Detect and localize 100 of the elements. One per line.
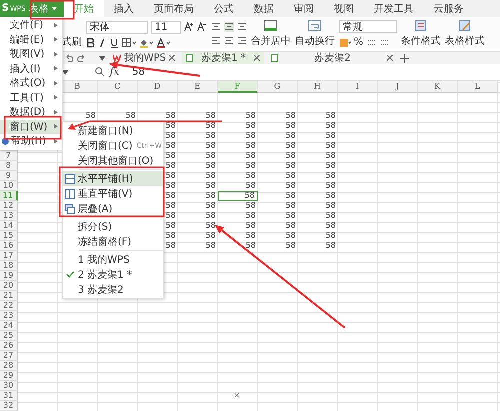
- menu-tab[interactable]: 开始: [64, 0, 104, 17]
- menu-item[interactable]: 新建窗口(N): [63, 123, 163, 138]
- row-header[interactable]: 25: [0, 331, 18, 341]
- format-painter-label[interactable]: 式刷: [62, 35, 82, 49]
- table-cell[interactable]: 58: [218, 201, 258, 211]
- table-cell[interactable]: 58: [258, 231, 298, 241]
- column-header[interactable]: G: [258, 81, 298, 93]
- table-cell[interactable]: 58: [178, 201, 218, 211]
- table-cell[interactable]: 58: [298, 181, 338, 191]
- table-cell[interactable]: 58: [298, 141, 338, 151]
- table-cell[interactable]: 58: [298, 241, 338, 251]
- table-cell[interactable]: 58: [298, 191, 338, 201]
- table-cell[interactable]: 58: [218, 121, 258, 131]
- row-header[interactable]: 8: [0, 161, 18, 171]
- number-format-field[interactable]: 常规: [339, 20, 397, 33]
- table-cell[interactable]: 58: [258, 181, 298, 191]
- table-cell[interactable]: 58: [298, 221, 338, 231]
- row-header[interactable]: 16: [0, 241, 18, 251]
- row-header[interactable]: 19: [0, 271, 18, 281]
- active-cell[interactable]: 58: [218, 191, 258, 201]
- column-header[interactable]: E: [178, 81, 218, 93]
- column-header[interactable]: C: [98, 81, 138, 93]
- table-cell[interactable]: 58: [178, 241, 218, 251]
- table-cell[interactable]: 58: [218, 181, 258, 191]
- table-cell[interactable]: 58: [258, 241, 298, 251]
- table-cell[interactable]: 58: [298, 121, 338, 131]
- table-cell[interactable]: 58: [178, 191, 218, 201]
- table-cell[interactable]: 58: [138, 111, 178, 121]
- menu-item[interactable]: 冻结窗格(F): [63, 234, 163, 249]
- row-header[interactable]: 28: [0, 361, 18, 371]
- menu-item[interactable]: 窗口(W): [0, 120, 62, 134]
- row-header[interactable]: 29: [0, 371, 18, 381]
- column-header[interactable]: D: [138, 81, 178, 93]
- row-header[interactable]: 12: [0, 201, 18, 211]
- row-header[interactable]: 18: [0, 261, 18, 271]
- table-cell[interactable]: 58: [298, 231, 338, 241]
- table-cell[interactable]: 58: [178, 211, 218, 221]
- document-tab[interactable]: 我的WPS: [109, 52, 180, 64]
- table-cell[interactable]: 58: [258, 151, 298, 161]
- table-cell[interactable]: ×: [218, 391, 258, 401]
- table-cell[interactable]: 58: [178, 221, 218, 231]
- table-cell[interactable]: 58: [258, 171, 298, 181]
- menu-tab[interactable]: 数据: [244, 0, 284, 17]
- column-header[interactable]: H: [298, 81, 338, 93]
- table-cell[interactable]: 58: [298, 211, 338, 221]
- menu-tab[interactable]: 云服务: [424, 0, 474, 17]
- table-cell[interactable]: 58: [298, 171, 338, 181]
- table-cell[interactable]: 58: [178, 171, 218, 181]
- table-cell[interactable]: 58: [218, 221, 258, 231]
- percent-button[interactable]: %: [354, 37, 364, 48]
- row-header[interactable]: 14: [0, 221, 18, 231]
- table-cell[interactable]: 58: [298, 151, 338, 161]
- table-cell[interactable]: 58: [178, 111, 218, 121]
- row-header[interactable]: 20: [0, 281, 18, 291]
- menu-item[interactable]: 插入(I): [0, 62, 62, 76]
- row-header[interactable]: 26: [0, 341, 18, 351]
- row-header[interactable]: 30: [0, 381, 18, 391]
- menu-item[interactable]: 1 我的WPS: [63, 252, 163, 267]
- row-header[interactable]: 24: [0, 321, 18, 331]
- column-header[interactable]: L: [458, 81, 498, 93]
- table-cell[interactable]: 58: [258, 111, 298, 121]
- menu-item[interactable]: 拆分(S): [63, 219, 163, 234]
- table-cell[interactable]: 58: [218, 241, 258, 251]
- row-header[interactable]: 32: [0, 401, 18, 411]
- table-cell[interactable]: 58: [218, 131, 258, 141]
- menu-tab[interactable]: 开发工具: [364, 0, 424, 17]
- table-cell[interactable]: 58: [258, 161, 298, 171]
- table-cell[interactable]: 58: [258, 141, 298, 151]
- document-tab[interactable]: 苏麦渠2: [267, 52, 398, 64]
- conditional-format-button[interactable]: 条件格式: [401, 20, 441, 48]
- table-cell[interactable]: 58: [218, 161, 258, 171]
- table-cell[interactable]: 58: [178, 231, 218, 241]
- menu-tab[interactable]: 页面布局: [144, 0, 204, 17]
- menu-tab[interactable]: 视图: [324, 0, 364, 17]
- table-cell[interactable]: 58: [258, 131, 298, 141]
- table-cell[interactable]: 58: [178, 131, 218, 141]
- table-cell[interactable]: 58: [178, 161, 218, 171]
- table-cell[interactable]: 58: [178, 121, 218, 131]
- row-header[interactable]: 15: [0, 231, 18, 241]
- menu-item[interactable]: 水平平铺(H): [63, 171, 163, 186]
- column-header[interactable]: I: [338, 81, 378, 93]
- table-cell[interactable]: 58: [178, 151, 218, 161]
- menu-item[interactable]: 视图(V): [0, 47, 62, 62]
- row-header[interactable]: 17: [0, 251, 18, 261]
- table-cell[interactable]: 58: [218, 211, 258, 221]
- menu-tab[interactable]: 插入: [104, 0, 144, 17]
- table-cell[interactable]: 58: [258, 201, 298, 211]
- menu-tab[interactable]: 公式: [204, 0, 244, 17]
- row-header[interactable]: 23: [0, 311, 18, 321]
- table-cell[interactable]: 58: [218, 171, 258, 181]
- table-cell[interactable]: 58: [258, 211, 298, 221]
- column-header[interactable]: J: [378, 81, 418, 93]
- menu-item[interactable]: 关闭其他窗口(O): [63, 153, 163, 168]
- table-cell[interactable]: 58: [258, 191, 298, 201]
- menu-item[interactable]: 工具(T): [0, 90, 62, 105]
- row-header[interactable]: 22: [0, 301, 18, 311]
- function-button[interactable]: fx: [110, 66, 120, 78]
- menu-item[interactable]: 2 苏麦渠1 *: [63, 267, 163, 282]
- row-header[interactable]: 9: [0, 171, 18, 181]
- table-cell[interactable]: 58: [218, 231, 258, 241]
